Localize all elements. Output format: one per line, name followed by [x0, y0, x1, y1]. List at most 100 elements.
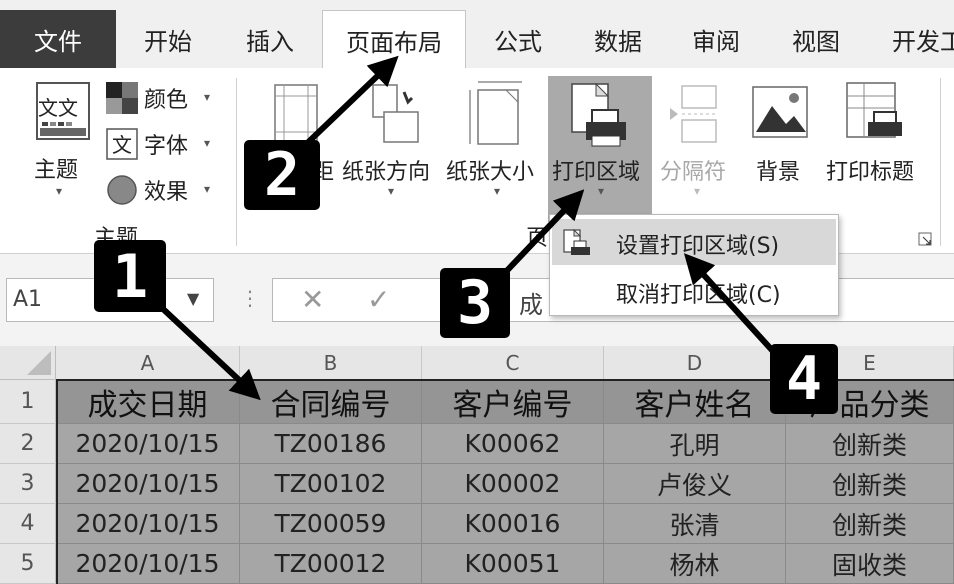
- callout-label: 4: [785, 344, 823, 414]
- row-header-5[interactable]: 5: [0, 544, 56, 584]
- table-cell[interactable]: 卢俊义: [604, 464, 786, 504]
- table-cell[interactable]: K00051: [422, 544, 604, 584]
- menu-item-label: 设置打印区域(S): [616, 234, 780, 259]
- tab-data[interactable]: 数据: [568, 10, 668, 68]
- breaks-caret-icon: ▾: [694, 184, 701, 198]
- colors-icon: [106, 82, 138, 114]
- colors-button[interactable]: 颜色 ▾: [106, 80, 216, 116]
- table-cell[interactable]: 杨林: [604, 544, 786, 584]
- fonts-label: 字体: [144, 134, 189, 159]
- callout-label: 1: [111, 242, 149, 312]
- print-area-button[interactable]: 打印区域 ▾: [548, 76, 652, 222]
- orientation-label[interactable]: 纸张方向: [342, 154, 430, 186]
- themes-button[interactable]: 文文 主题 ▾: [30, 80, 90, 204]
- row-header-2[interactable]: 2: [0, 424, 56, 464]
- menu-item-set-print-area[interactable]: 设置打印区域(S): [552, 219, 836, 265]
- table-cell[interactable]: TZ00059: [240, 504, 422, 544]
- effects-icon: [107, 175, 137, 205]
- table-cell[interactable]: TZ00102: [240, 464, 422, 504]
- name-box-dropdown-icon[interactable]: ▼: [187, 289, 199, 308]
- row-header-4[interactable]: 4: [0, 504, 56, 544]
- menu-item-clear-print-area[interactable]: 取消打印区域(C): [616, 277, 781, 309]
- background-label[interactable]: 背景: [756, 154, 800, 186]
- table-cell[interactable]: K00062: [422, 424, 604, 464]
- themes-icon-text: 文文: [38, 96, 78, 120]
- table-cell[interactable]: 2020/10/15: [56, 464, 240, 504]
- tab-developer[interactable]: 开发工: [866, 10, 954, 68]
- print-area-icon: [571, 82, 626, 147]
- callout-badge-2: 2: [244, 140, 320, 210]
- callout-badge-3: 3: [440, 268, 510, 338]
- table-cell[interactable]: 张清: [604, 504, 786, 544]
- orientation-icon: [372, 84, 419, 143]
- fonts-caret-icon: ▾: [204, 136, 211, 150]
- table-cell[interactable]: 固收类: [786, 544, 954, 584]
- size-caret-icon: ▾: [494, 184, 501, 198]
- set-print-area-icon: [563, 229, 590, 255]
- table-cell[interactable]: K00016: [422, 504, 604, 544]
- margins-icon: [274, 84, 318, 144]
- header-cell[interactable]: 客户姓名: [604, 380, 786, 424]
- tab-view[interactable]: 视图: [766, 10, 866, 68]
- fonts-icon: 文: [106, 128, 138, 160]
- formula-content: 成: [519, 291, 543, 319]
- table-cell[interactable]: 创新类: [786, 464, 954, 504]
- callout-label: 3: [456, 268, 494, 338]
- effects-caret-icon: ▾: [204, 182, 211, 196]
- column-header-b[interactable]: B: [240, 346, 422, 380]
- table-cell[interactable]: 孔明: [604, 424, 786, 464]
- select-all-icon: [27, 351, 51, 375]
- column-header-d[interactable]: D: [604, 346, 786, 380]
- callout-badge-1: 1: [94, 240, 166, 312]
- cancel-icon[interactable]: ✕: [301, 283, 324, 316]
- table-cell[interactable]: 创新类: [786, 424, 954, 464]
- name-box-value: A1: [13, 287, 43, 312]
- header-cell[interactable]: 客户编号: [422, 380, 604, 424]
- tab-review[interactable]: 审阅: [666, 10, 766, 68]
- table-cell[interactable]: 创新类: [786, 504, 954, 544]
- print-area-caret-icon: ▾: [598, 184, 605, 198]
- table-cell[interactable]: K00002: [422, 464, 604, 504]
- svg-text:文: 文: [112, 133, 132, 157]
- breaks-icon: [670, 85, 717, 143]
- themes-caret-icon: ▾: [56, 184, 63, 198]
- tab-page-layout[interactable]: 页面布局: [322, 10, 466, 72]
- select-all-button[interactable]: [0, 346, 56, 380]
- header-cell[interactable]: 成交日期: [56, 380, 240, 424]
- table-cell[interactable]: 2020/10/15: [56, 424, 240, 464]
- print-area-label: 打印区域: [552, 160, 641, 185]
- fonts-button[interactable]: 文 字体 ▾: [106, 126, 216, 162]
- header-cell[interactable]: 合同编号: [240, 380, 422, 424]
- callout-label: 2: [263, 140, 301, 210]
- tab-page-layout-label: 页面布局: [346, 28, 442, 57]
- table-cell[interactable]: TZ00012: [240, 544, 422, 584]
- tab-insert[interactable]: 插入: [220, 10, 320, 68]
- group-separator: [940, 78, 941, 246]
- colors-label: 颜色: [144, 88, 189, 113]
- column-header-c[interactable]: C: [422, 346, 604, 380]
- print-titles-icon: [846, 82, 902, 138]
- row-header-1[interactable]: 1: [0, 380, 56, 424]
- colors-caret-icon: ▾: [204, 90, 211, 104]
- dialog-launcher-icon[interactable]: [918, 232, 932, 246]
- breaks-label[interactable]: 分隔符: [660, 154, 726, 186]
- column-header-a[interactable]: A: [56, 346, 240, 380]
- effects-label: 效果: [144, 180, 189, 205]
- size-icon: [469, 81, 522, 145]
- enter-icon[interactable]: ✓: [367, 283, 390, 316]
- tab-home[interactable]: 开始: [118, 10, 218, 68]
- table-cell[interactable]: 2020/10/15: [56, 544, 240, 584]
- size-label[interactable]: 纸张大小: [446, 154, 534, 186]
- tab-formulas[interactable]: 公式: [468, 10, 568, 68]
- effects-button[interactable]: 效果 ▾: [106, 172, 216, 208]
- themes-label: 主题: [34, 158, 79, 183]
- table-cell[interactable]: 2020/10/15: [56, 504, 240, 544]
- table-cell[interactable]: TZ00186: [240, 424, 422, 464]
- row-header-3[interactable]: 3: [0, 464, 56, 504]
- orientation-caret-icon: ▾: [388, 184, 395, 198]
- group-separator: [236, 78, 237, 246]
- tab-file[interactable]: 文件: [0, 10, 116, 68]
- print-titles-label[interactable]: 打印标题: [826, 154, 914, 186]
- formula-bar-grip-icon[interactable]: ⋮: [240, 286, 260, 310]
- callout-badge-4: 4: [770, 344, 838, 414]
